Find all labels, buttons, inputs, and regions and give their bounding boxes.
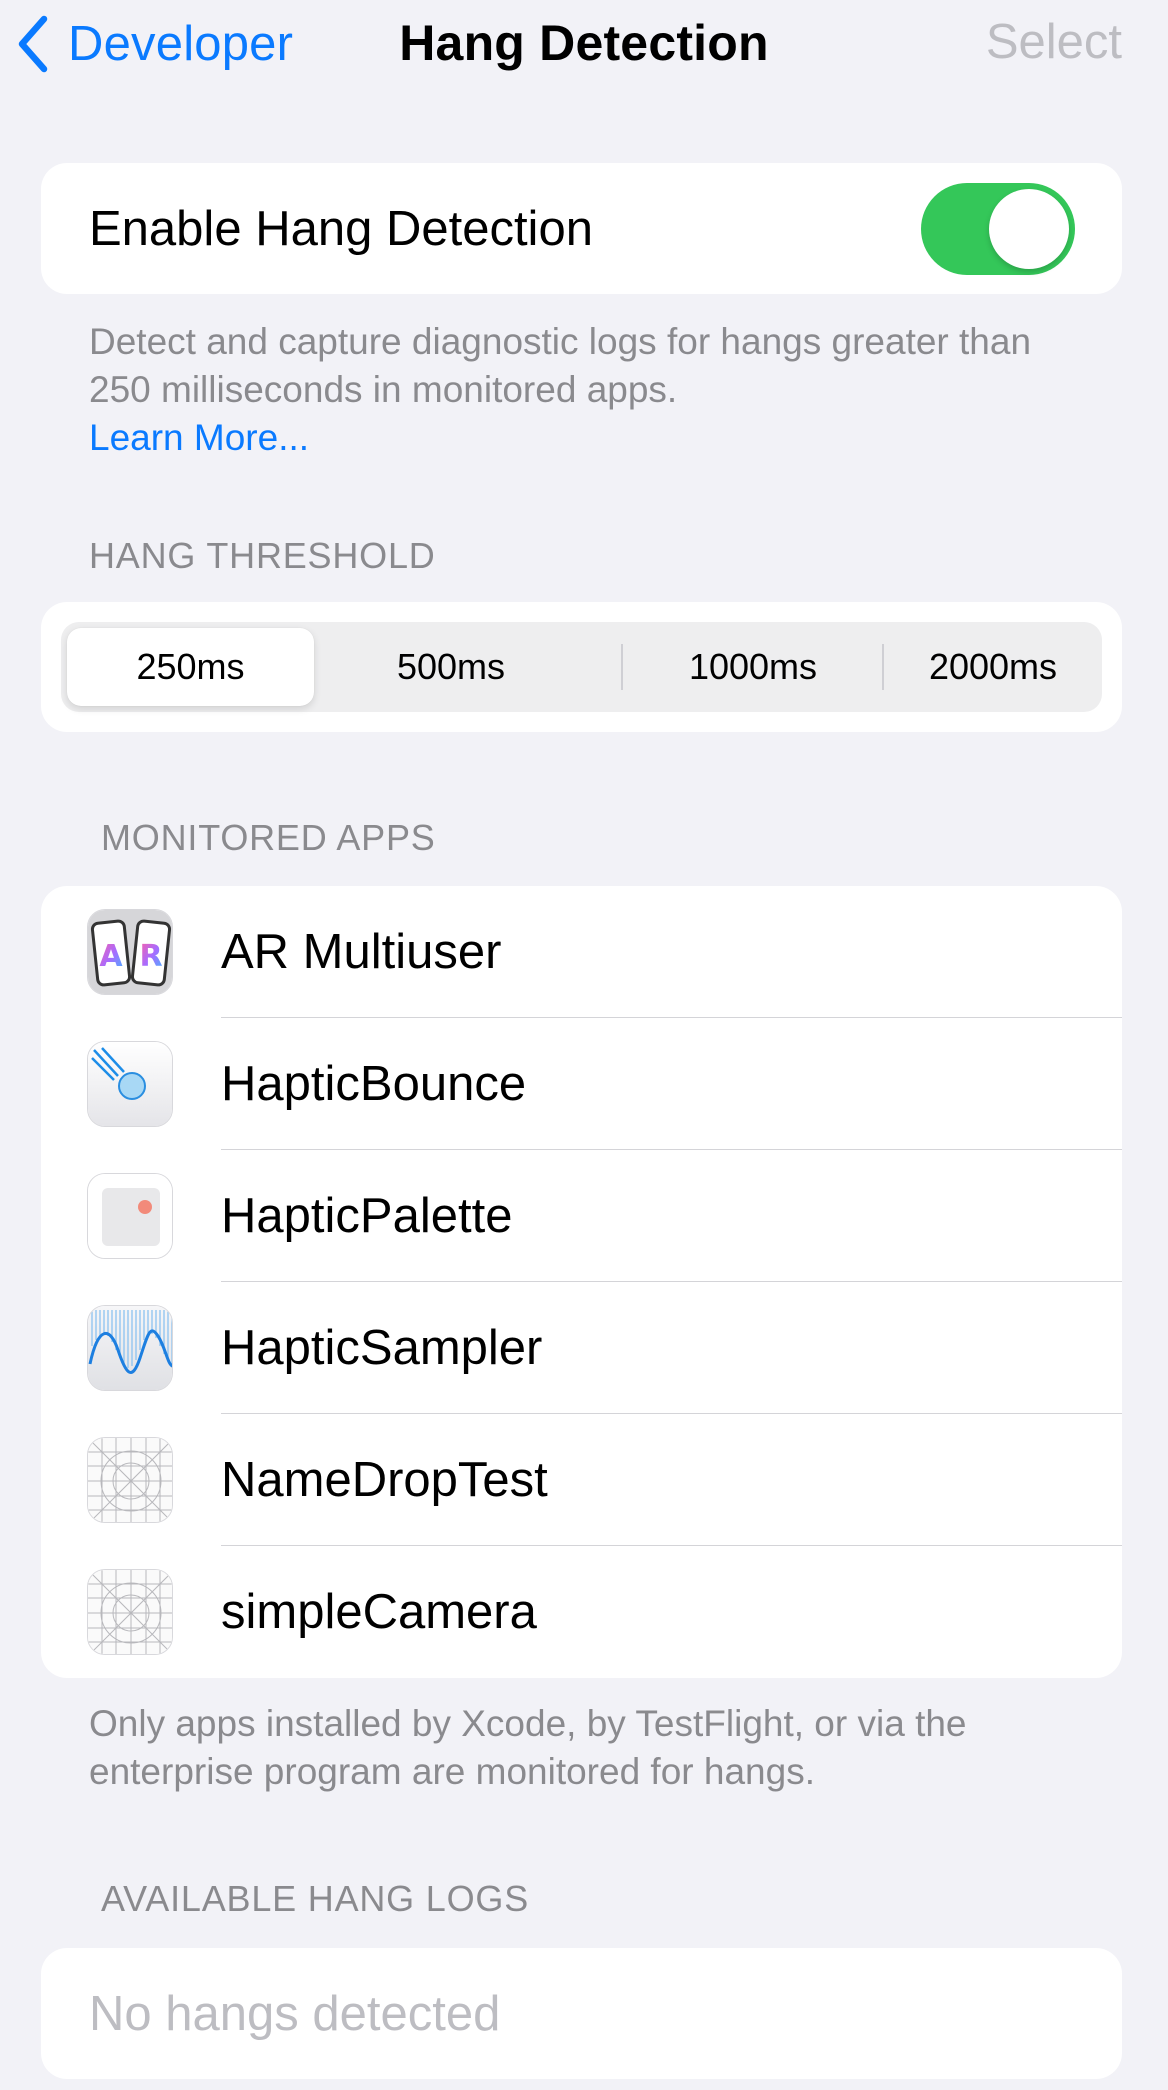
threshold-option-2000ms[interactable]: 2000ms — [884, 622, 1102, 712]
hang-threshold-segmented-control: 250ms 500ms 1000ms 2000ms — [61, 622, 1102, 712]
monitored-apps-header: MONITORED APPS — [101, 817, 436, 858]
select-button[interactable]: Select — [986, 14, 1122, 70]
app-name: simpleCamera — [221, 1585, 537, 1639]
haptic-bounce-icon — [87, 1041, 173, 1127]
description-text: Detect and capture diagnostic logs for h… — [89, 321, 1032, 410]
hang-threshold-header: HANG THRESHOLD — [89, 535, 436, 576]
haptic-palette-icon — [87, 1173, 173, 1259]
app-name: HapticPalette — [221, 1189, 513, 1243]
page-title: Hang Detection — [399, 15, 769, 71]
monitored-apps-footer: Only apps installed by Xcode, by TestFli… — [89, 1703, 967, 1792]
list-item[interactable]: HapticBounce — [41, 1018, 1122, 1150]
enable-hang-detection-row: Enable Hang Detection — [41, 163, 1122, 294]
threshold-option-500ms[interactable]: 500ms — [321, 622, 581, 712]
hang-logs-list: No hangs detected — [41, 1948, 1122, 2079]
haptic-sampler-icon — [87, 1305, 173, 1391]
no-hangs-message: No hangs detected — [89, 1986, 501, 2041]
enable-hang-detection-switch[interactable] — [921, 183, 1075, 275]
monitored-apps-list: A R AR Multiuser HapticBounce HapticPale… — [41, 886, 1122, 1678]
switch-knob — [989, 189, 1069, 269]
threshold-option-1000ms[interactable]: 1000ms — [623, 622, 883, 712]
placeholder-app-icon — [87, 1569, 173, 1655]
list-item[interactable]: HapticPalette — [41, 1150, 1122, 1282]
app-name: HapticBounce — [221, 1057, 527, 1111]
svg-text:A: A — [99, 939, 123, 974]
enable-hang-detection-label: Enable Hang Detection — [89, 201, 593, 256]
app-name: HapticSampler — [221, 1321, 543, 1375]
app-name: NameDropTest — [221, 1453, 548, 1507]
list-item[interactable]: NameDropTest — [41, 1414, 1122, 1546]
list-item[interactable]: HapticSampler — [41, 1282, 1122, 1414]
hang-threshold-card: 250ms 500ms 1000ms 2000ms — [41, 602, 1122, 732]
app-name: AR Multiuser — [221, 925, 502, 979]
placeholder-app-icon — [87, 1437, 173, 1523]
learn-more-link[interactable]: Learn More... — [89, 414, 1089, 462]
available-hang-logs-header: AVAILABLE HANG LOGS — [101, 1878, 530, 1919]
svg-text:R: R — [139, 939, 162, 974]
ar-multiuser-icon: A R — [87, 909, 173, 995]
list-item[interactable]: A R AR Multiuser — [41, 886, 1122, 1018]
list-item[interactable]: simpleCamera — [41, 1546, 1122, 1678]
threshold-option-250ms[interactable]: 250ms — [67, 628, 314, 706]
navigation-bar: Developer Hang Detection Select — [0, 0, 1168, 92]
hang-detection-description: Detect and capture diagnostic logs for h… — [89, 318, 1089, 462]
